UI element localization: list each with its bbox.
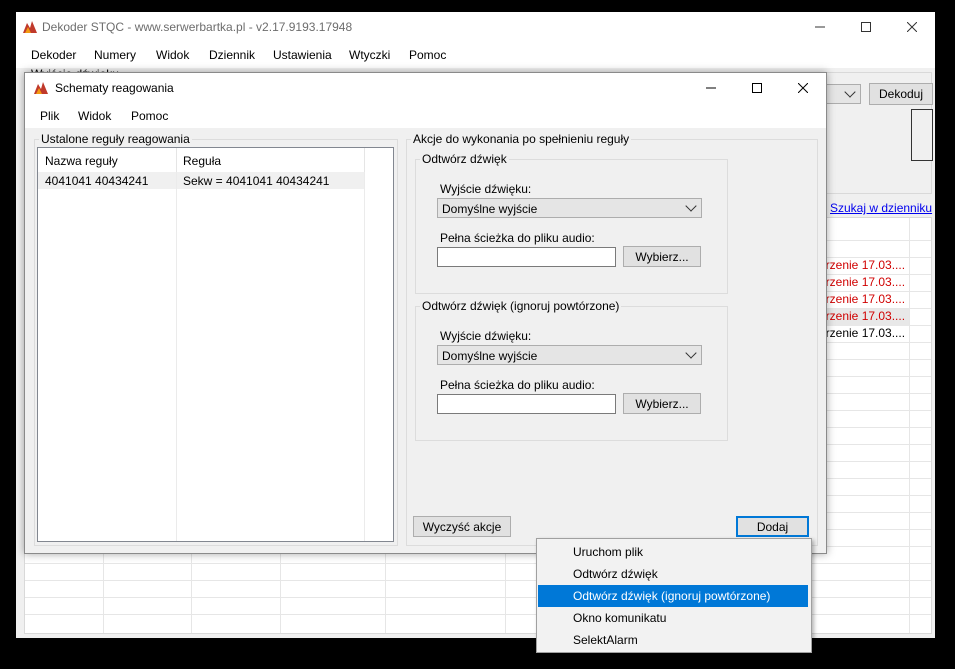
browse-button[interactable]: Wybierz... xyxy=(623,246,701,267)
add-action-context-menu: Uruchom plik Odtwórz dźwięk Odtwórz dźwi… xyxy=(536,538,812,653)
menu-pomoc[interactable]: Pomoc xyxy=(409,48,446,62)
menu-dekoder[interactable]: Dekoder xyxy=(31,48,76,62)
audio-path-input[interactable] xyxy=(437,247,616,267)
main-title-bar[interactable]: Dekoder STQC - www.serwerbartka.pl - v2.… xyxy=(16,12,935,42)
menu-widok[interactable]: Widok xyxy=(156,48,189,62)
chevron-down-icon xyxy=(685,200,697,212)
menu-ustawienia[interactable]: Ustawienia xyxy=(273,48,332,62)
maximize-button[interactable] xyxy=(843,12,889,42)
menu-item-label: Uruchom plik xyxy=(573,545,644,559)
browse-button[interactable]: Wybierz... xyxy=(623,393,701,414)
dialog-maximize-button[interactable] xyxy=(734,73,780,103)
play-sound-legend: Odtwórz dźwięk xyxy=(422,152,507,166)
audio-path-label: Pełna ścieżka do pliku audio: xyxy=(440,231,595,245)
column-header-rule[interactable]: Reguła xyxy=(183,154,221,168)
minimize-icon xyxy=(706,87,716,89)
rules-list[interactable]: Nazwa reguły Reguła 4041041 40434241 Sek… xyxy=(37,147,394,542)
menu-dziennik[interactable]: Dziennik xyxy=(209,48,255,62)
dialog-menu-plik[interactable]: Plik xyxy=(40,109,59,123)
dialog-minimize-button[interactable] xyxy=(688,73,734,103)
play-sound-ignore-group: Odtwórz dźwięk (ignoruj powtórzone) xyxy=(415,299,728,441)
level-indicator xyxy=(911,109,933,161)
column-header-name[interactable]: Nazwa reguły xyxy=(45,154,118,168)
search-log-link[interactable]: Szukaj w dzienniku xyxy=(830,201,932,215)
table-row[interactable]: 4041041 40434241 Sekw = 4041041 40434241 xyxy=(38,172,365,189)
actions-group-legend: Akcje do wykonania po spełnieniu reguły xyxy=(413,132,630,146)
rules-list-header: Nazwa reguły Reguła xyxy=(38,148,365,173)
minimize-button[interactable] xyxy=(797,12,843,42)
play-sound-ignore-legend: Odtwórz dźwięk (ignoruj powtórzone) xyxy=(422,299,620,313)
rule-name-cell: 4041041 40434241 xyxy=(45,174,149,188)
play-sound-group: Odtwórz dźwięk xyxy=(415,152,728,294)
output-select[interactable]: Domyślne wyjście xyxy=(437,198,702,218)
log-entry[interactable]: arzenie 17.03.... xyxy=(819,309,905,323)
main-menu-bar: Dekoder Numery Widok Dziennik Ustawienia… xyxy=(16,42,935,68)
dialog-title: Schematy reagowania xyxy=(55,81,174,95)
close-icon xyxy=(798,83,808,93)
dialog-menu-bar: Plik Widok Pomoc xyxy=(25,103,826,128)
maximize-icon xyxy=(752,83,762,93)
decode-button[interactable]: Dekoduj xyxy=(869,83,933,105)
output-label: Wyjście dźwięku: xyxy=(440,329,532,343)
menu-item-label: Odtwórz dźwięk xyxy=(573,567,658,581)
menu-item-label: Odtwórz dźwięk (ignoruj powtórzone) xyxy=(573,589,771,603)
dialog-title-bar[interactable]: Schematy reagowania xyxy=(25,73,826,103)
menu-item-play-sound-ignore[interactable]: Odtwórz dźwięk (ignoruj powtórzone) xyxy=(538,585,808,607)
close-icon xyxy=(907,22,917,32)
close-button[interactable] xyxy=(889,12,935,42)
add-button[interactable]: Dodaj xyxy=(736,516,809,537)
dialog-menu-widok[interactable]: Widok xyxy=(78,109,111,123)
chevron-down-icon xyxy=(685,347,697,359)
log-entry[interactable]: arzenie 17.03.... xyxy=(819,275,905,289)
dialog-close-button[interactable] xyxy=(780,73,826,103)
chevron-down-icon xyxy=(844,86,856,98)
clear-actions-button[interactable]: Wyczyść akcje xyxy=(413,516,511,537)
menu-item-play-sound[interactable]: Odtwórz dźwięk xyxy=(538,563,808,585)
response-schemes-dialog: Schematy reagowania Plik Widok Pomoc Ust… xyxy=(24,72,827,554)
log-entry[interactable]: arzenie 17.03.... xyxy=(819,258,905,272)
audio-path-label: Pełna ścieżka do pliku audio: xyxy=(440,378,595,392)
app-icon xyxy=(23,21,37,33)
output-label: Wyjście dźwięku: xyxy=(440,182,532,196)
menu-item-message-window[interactable]: Okno komunikatu xyxy=(538,607,808,629)
menu-numery[interactable]: Numery xyxy=(94,48,136,62)
output-select-value: Domyślne wyjście xyxy=(442,202,538,216)
rules-group-legend: Ustalone reguły reagowania xyxy=(41,132,190,146)
output-select-value: Domyślne wyjście xyxy=(442,349,538,363)
menu-item-label: SelektAlarm xyxy=(573,633,638,647)
log-entry[interactable]: arzenie 17.03.... xyxy=(819,326,905,340)
menu-wtyczki[interactable]: Wtyczki xyxy=(349,48,390,62)
minimize-icon xyxy=(815,26,825,28)
main-output-combo[interactable] xyxy=(825,84,861,104)
menu-item-run-file[interactable]: Uruchom plik xyxy=(538,541,808,563)
dialog-menu-pomoc[interactable]: Pomoc xyxy=(131,109,168,123)
main-window-title: Dekoder STQC - www.serwerbartka.pl - v2.… xyxy=(42,20,353,34)
maximize-icon xyxy=(861,22,871,32)
menu-item-label: Okno komunikatu xyxy=(573,611,667,625)
log-entry[interactable]: arzenie 17.03.... xyxy=(819,292,905,306)
output-select[interactable]: Domyślne wyjście xyxy=(437,345,702,365)
audio-path-input[interactable] xyxy=(437,394,616,414)
menu-item-selektalarm[interactable]: SelektAlarm xyxy=(538,629,808,651)
app-icon xyxy=(34,82,48,94)
rule-value-cell: Sekw = 4041041 40434241 xyxy=(183,174,330,188)
